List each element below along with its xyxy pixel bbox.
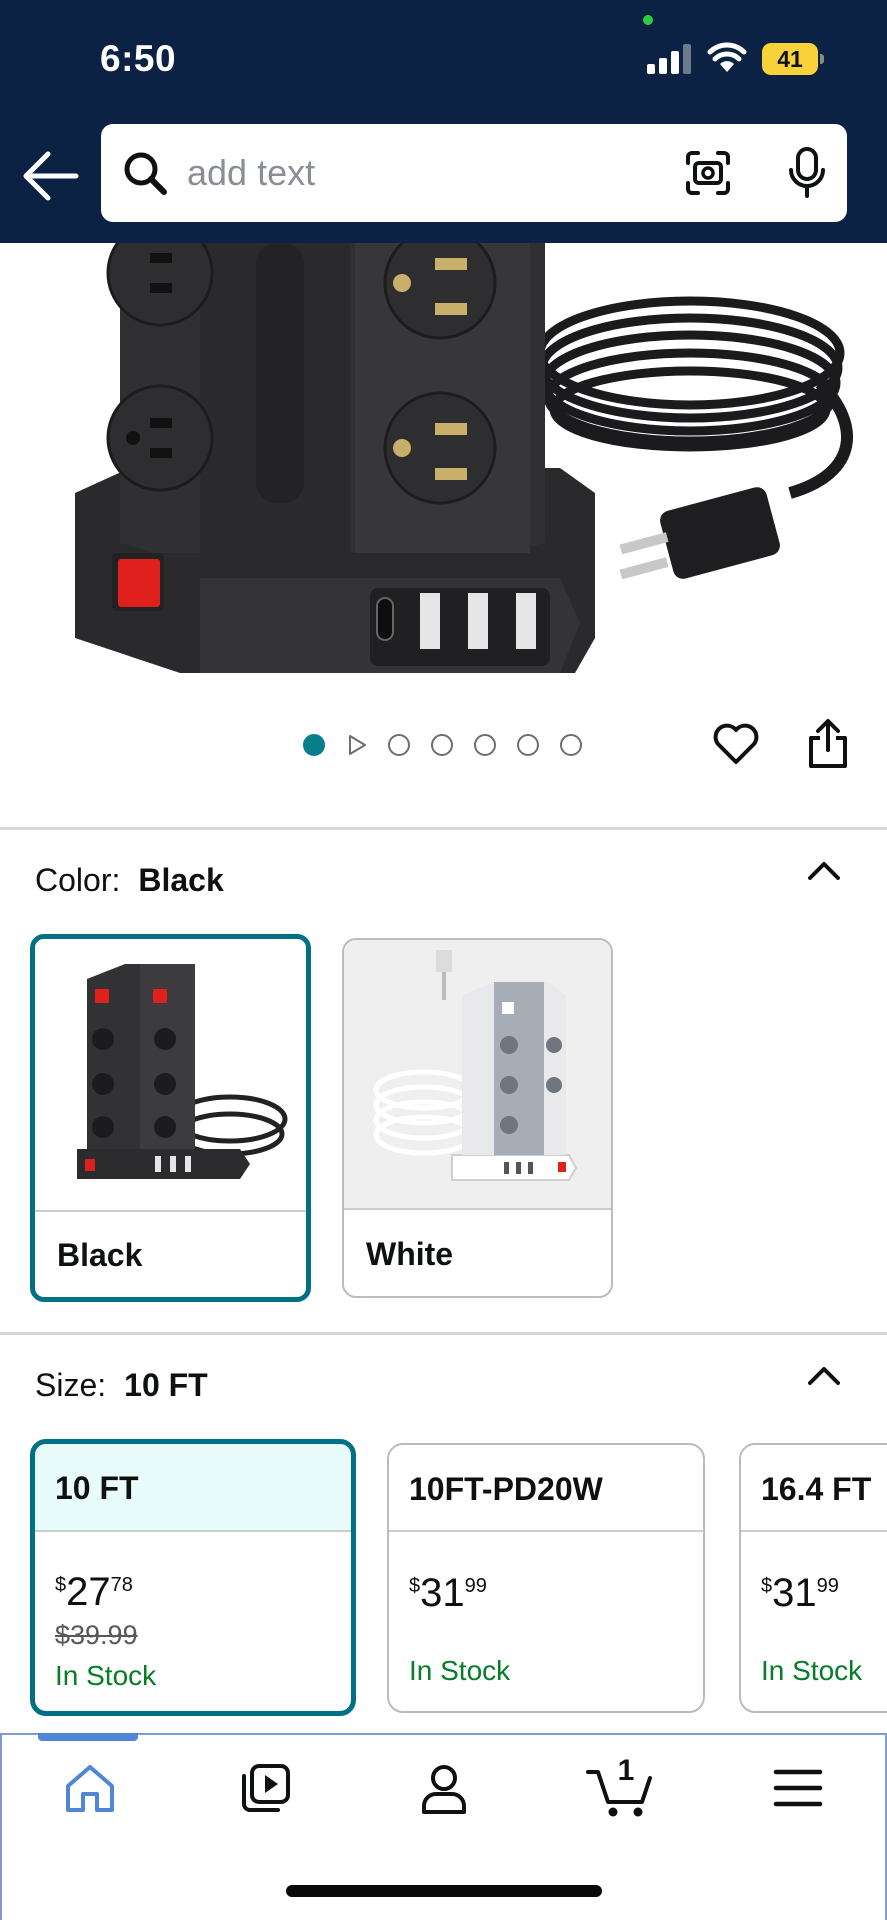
share-icon[interactable]: [806, 718, 850, 770]
stock-status: In Stock: [55, 1660, 157, 1691]
search-icon: [124, 152, 167, 195]
image-dot-3[interactable]: [388, 734, 410, 756]
color-option-label: White: [366, 1236, 454, 1272]
size-option-price: $3199: [761, 1571, 839, 1616]
size-section-label: Size: 10 FT: [35, 1367, 208, 1404]
size-option-header: 10FT-PD20W: [389, 1445, 703, 1532]
swatch-image-white: [344, 940, 611, 1210]
price-fraction: 99: [816, 1575, 839, 1597]
color-option-label: Black: [57, 1237, 143, 1273]
list-price: $39.99: [55, 1620, 138, 1650]
heart-icon[interactable]: [712, 722, 760, 766]
color-selected-value: Black: [138, 862, 224, 898]
status-time: 6:50: [100, 38, 177, 79]
price-currency: $: [55, 1574, 67, 1596]
search-input[interactable]: [187, 142, 747, 204]
white-tower-thumbnail: [344, 940, 611, 1208]
menu-icon[interactable]: [770, 1760, 826, 1816]
section-divider: [0, 827, 887, 830]
image-dot-5[interactable]: [474, 734, 496, 756]
size-option-header: 10 FT: [35, 1444, 351, 1532]
size-option-16-4ft[interactable]: 16.4 FT $3199 In Stock: [739, 1443, 887, 1713]
price-currency: $: [761, 1575, 773, 1597]
search-bar[interactable]: [101, 124, 847, 222]
price-fraction: 78: [110, 1574, 133, 1596]
camera-lens-icon[interactable]: [684, 149, 732, 197]
price-currency: $: [409, 1575, 421, 1597]
size-selected-value: 10 FT: [124, 1367, 208, 1403]
size-option-10ft-pd20w[interactable]: 10FT-PD20W $3199 In Stock: [387, 1443, 705, 1713]
black-tower-thumbnail: [35, 939, 306, 1210]
size-option-name: 10FT-PD20W: [409, 1471, 603, 1507]
size-option-price: $2778: [55, 1570, 133, 1615]
back-arrow-icon[interactable]: [20, 148, 80, 204]
image-dot-1[interactable]: [303, 734, 325, 756]
cellular-signal-icon: [647, 44, 691, 74]
app-header: 6:50 41: [0, 0, 887, 243]
wifi-icon: [707, 42, 747, 72]
price-whole: 31: [420, 1571, 465, 1615]
color-swatch-white[interactable]: White: [342, 938, 613, 1298]
image-dot-6[interactable]: [517, 734, 539, 756]
size-option-header: 16.4 FT: [741, 1445, 887, 1532]
section-divider: [0, 1332, 887, 1335]
battery-level: 41: [777, 46, 803, 72]
image-dot-7[interactable]: [560, 734, 582, 756]
color-section-label: Color: Black: [35, 862, 224, 899]
active-tab-indicator: [38, 1733, 138, 1741]
battery-indicator: 41: [762, 43, 824, 75]
size-option-name: 10 FT: [55, 1470, 139, 1506]
size-label: Size:: [35, 1367, 107, 1403]
cart-count: 1: [617, 1754, 635, 1787]
product-image[interactable]: [0, 243, 887, 683]
chevron-up-icon[interactable]: [806, 860, 842, 882]
stock-status: In Stock: [409, 1655, 511, 1686]
stock-status: In Stock: [761, 1655, 863, 1686]
video-play-dot-icon[interactable]: [346, 734, 368, 756]
price-fraction: 99: [464, 1575, 487, 1597]
size-option-10ft[interactable]: 10 FT $2778 $39.99 In Stock: [30, 1439, 356, 1716]
home-indicator: [286, 1885, 602, 1897]
home-icon[interactable]: [62, 1760, 118, 1816]
swatch-image-black: [35, 939, 306, 1212]
color-swatch-black[interactable]: Black: [30, 934, 311, 1302]
camera-indicator-dot: [643, 15, 653, 25]
color-label: Color:: [35, 862, 121, 898]
size-option-name: 16.4 FT: [761, 1471, 872, 1507]
microphone-icon[interactable]: [787, 146, 827, 200]
video-icon[interactable]: [238, 1760, 294, 1816]
price-whole: 31: [772, 1571, 817, 1615]
battery-nub: [820, 54, 824, 64]
power-strip-tower-image: [22, 243, 862, 683]
chevron-up-icon[interactable]: [806, 1365, 842, 1387]
account-icon[interactable]: [416, 1760, 472, 1816]
size-option-price: $3199: [409, 1571, 487, 1616]
price-whole: 27: [66, 1570, 111, 1614]
image-dot-4[interactable]: [431, 734, 453, 756]
cart-button[interactable]: 1: [586, 1754, 656, 1820]
